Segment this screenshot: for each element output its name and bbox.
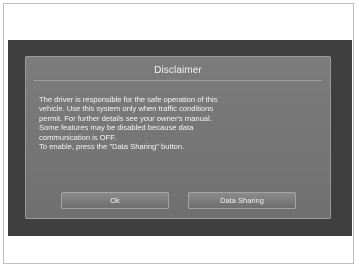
dialog-title: Disclaimer xyxy=(154,65,202,76)
message-line: The driver is responsible for the safe o… xyxy=(39,95,218,104)
disclaimer-message: The driver is responsible for the safe o… xyxy=(39,95,319,151)
message-line: communication is OFF. xyxy=(39,132,117,142)
disclaimer-dialog: Disclaimer The driver is responsible for… xyxy=(25,56,331,219)
message-line: vehicle. Use this system only when traff… xyxy=(39,104,214,114)
title-divider xyxy=(34,80,322,81)
ok-button[interactable]: Ok xyxy=(61,192,169,209)
dialog-button-row: Ok Data Sharing xyxy=(61,192,297,209)
data-sharing-button[interactable]: Data Sharing xyxy=(188,192,296,209)
message-line: Some features may be disabled because da… xyxy=(39,123,194,133)
message-line: To enable, press the "Data Sharing" butt… xyxy=(39,142,185,152)
page: Disclaimer The driver is responsible for… xyxy=(0,0,359,269)
message-line: permit. For further details see your own… xyxy=(39,113,212,123)
